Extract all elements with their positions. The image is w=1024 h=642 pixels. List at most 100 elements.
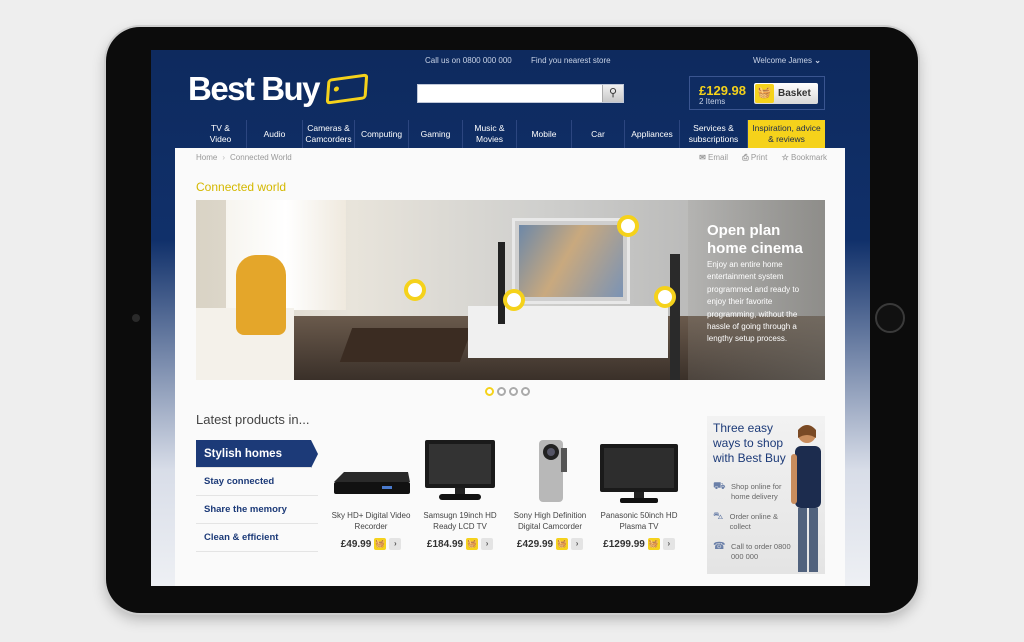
nav-item-services-subscriptions[interactable]: Services & subscriptions (680, 120, 748, 148)
person-image (791, 425, 821, 572)
chevron-right-icon[interactable]: › (389, 538, 402, 550)
carousel-dot[interactable] (509, 387, 518, 396)
basket-button[interactable]: 🧺 Basket (754, 83, 818, 104)
welcome-label: Welcome James (753, 56, 812, 65)
promo-call[interactable]: ☎ Call to order 0800 000 000 (713, 542, 793, 562)
shop-ways-promo[interactable]: Three easy ways to shop with Best Buy ⛟ S… (707, 416, 825, 574)
hotspot-tv[interactable] (617, 215, 639, 237)
chevron-right-icon[interactable]: › (662, 538, 675, 550)
category-tabs: Stylish homes Stay connected Share the mem… (196, 440, 318, 552)
logo[interactable]: Best Buy (188, 70, 321, 108)
breadcrumb-current: Connected World (230, 153, 292, 162)
hero-description: Enjoy an entire home entertainment syste… (707, 260, 800, 344)
search-icon[interactable]: ⚲ (602, 85, 623, 102)
nav-item-cameras-camcorders[interactable]: Cameras & Camcorders (303, 120, 355, 148)
nav-item-mobile[interactable]: Mobile (517, 120, 572, 148)
product-price: £49.99 (340, 538, 372, 550)
camera-icon (132, 314, 140, 322)
product-price-row: £429.99 🧺 › (505, 538, 595, 550)
nav-item-audio[interactable]: Audio (247, 120, 303, 148)
tab-clean-efficient[interactable]: Clean & efficient (196, 524, 318, 552)
tv-image (415, 438, 505, 508)
nav-item-gaming[interactable]: Gaming (409, 120, 463, 148)
speaker-image (670, 254, 680, 380)
chevron-right-icon[interactable]: › (481, 538, 494, 550)
tab-stylish-homes[interactable]: Stylish homes (196, 440, 318, 468)
chair-image (236, 255, 286, 335)
carousel-dots (485, 387, 530, 396)
product-name: Sky HD+ Digital Video Recorder (331, 511, 411, 531)
promo-call-text: Call to order 0800 000 000 (731, 542, 791, 561)
page-content: Home › Connected World ✉ Email ⎙ Print ☆ B… (175, 148, 845, 586)
carousel-dot[interactable] (497, 387, 506, 396)
basket-item-count: 2 Items (699, 97, 726, 106)
carousel-dot[interactable] (485, 387, 494, 396)
product-name: Panasonic 50inch HD Plasma TV (600, 511, 678, 531)
latest-products-title: Latest products in... (196, 412, 310, 427)
main-nav: TV & Video Audio Cameras & Camcorders Compu… (195, 120, 825, 148)
tab-share-the-memory[interactable]: Share the memory (196, 496, 318, 524)
basket-label: Basket (778, 88, 811, 99)
product-card[interactable]: Panasonic 50inch HD Plasma TV £1299.99 🧺 › (594, 438, 684, 550)
truck-icon: ⛟ (713, 481, 726, 492)
tab-stay-connected[interactable]: Stay connected (196, 468, 318, 496)
bookmark-label: Bookmark (790, 153, 827, 162)
product-card[interactable]: Sony High Definition Digital Camcorder £4… (505, 438, 595, 550)
section-title: Connected world (196, 180, 287, 194)
hotspot-table[interactable] (404, 279, 426, 301)
tag-icon (325, 73, 369, 105)
plasma-image (594, 438, 684, 508)
promo-delivery[interactable]: ⛟ Shop online for home delivery (713, 482, 793, 502)
home-button[interactable] (875, 303, 905, 333)
nav-item-inspiration-advice-reviews[interactable]: Inspiration, advice & reviews (748, 120, 825, 148)
tv-screen-image (519, 225, 623, 297)
store-finder-link[interactable]: Find you nearest store (531, 56, 611, 65)
bookmark-button[interactable]: ☆ Bookmark (782, 153, 827, 162)
search-input[interactable]: ⚲ (417, 84, 624, 103)
product-card[interactable]: Sky HD+ Digital Video Recorder £49.99 🧺 › (326, 438, 416, 550)
basket-icon[interactable]: 🧺 (556, 538, 569, 550)
promo-collect[interactable]: ⛍ Order online & collect (713, 512, 793, 532)
basket-icon[interactable]: 🧺 (374, 538, 387, 550)
trolley-icon: ⛍ (713, 511, 724, 522)
hotspot-speaker[interactable] (654, 286, 676, 308)
basket-icon: 🧺 (755, 84, 774, 103)
product-card[interactable]: Samsugn 19inch HD Ready LCD TV £184.99 🧺 › (415, 438, 505, 550)
nav-item-computing[interactable]: Computing (355, 120, 409, 148)
product-price: £1299.99 (603, 538, 645, 550)
carousel-dot[interactable] (521, 387, 530, 396)
breadcrumb-home[interactable]: Home (196, 153, 217, 162)
promo-title: Three easy ways to shop with Best Buy (713, 421, 786, 465)
product-name: Samsugn 19inch HD Ready LCD TV (423, 511, 497, 531)
email-button[interactable]: ✉ Email (699, 153, 728, 162)
hero-banner[interactable]: Open plan home cinema Enjoy an entire ho… (196, 200, 825, 380)
page-tools: ✉ Email ⎙ Print ☆ Bookmark (687, 153, 827, 163)
camcorder-image (505, 438, 595, 508)
phone-link[interactable]: Call us on 0800 000 000 (425, 56, 512, 65)
basket-price: £129.98 (699, 83, 746, 98)
welcome-menu[interactable]: Welcome James ⌄ (753, 56, 821, 65)
print-label: Print (750, 153, 768, 162)
recorder-image (326, 438, 416, 508)
tv-image (512, 218, 630, 304)
nav-item-tv-video[interactable]: TV & Video (195, 120, 247, 148)
basket-icon[interactable]: 🧺 (466, 538, 479, 550)
chevron-right-icon[interactable]: › (571, 538, 584, 550)
hotspot-player[interactable] (503, 289, 525, 311)
product-price-row: £49.99 🧺 › (326, 538, 416, 550)
basket-icon[interactable]: 🧺 (647, 538, 660, 550)
basket-summary: £129.98 2 Items 🧺 Basket (689, 76, 825, 110)
nav-item-appliances[interactable]: Appliances (625, 120, 680, 148)
product-name: Sony High Definition Digital Camcorder (513, 511, 587, 531)
nav-item-car[interactable]: Car (572, 120, 625, 148)
hero-title-text: Open plan home cinema (707, 222, 803, 257)
coffee-table-image (339, 328, 473, 362)
print-button[interactable]: ⎙ Print (742, 153, 767, 162)
chevron-down-icon: ⌄ (814, 56, 821, 65)
promo-delivery-text: Shop online for home delivery (731, 482, 782, 501)
top-bar: Call us on 0800 000 000 Find you nearest… (151, 50, 870, 72)
product-price: £184.99 (426, 538, 464, 550)
phone-icon: ☎ (713, 541, 726, 552)
product-price: £429.99 (516, 538, 554, 550)
nav-item-music-movies[interactable]: Music & Movies (463, 120, 517, 148)
